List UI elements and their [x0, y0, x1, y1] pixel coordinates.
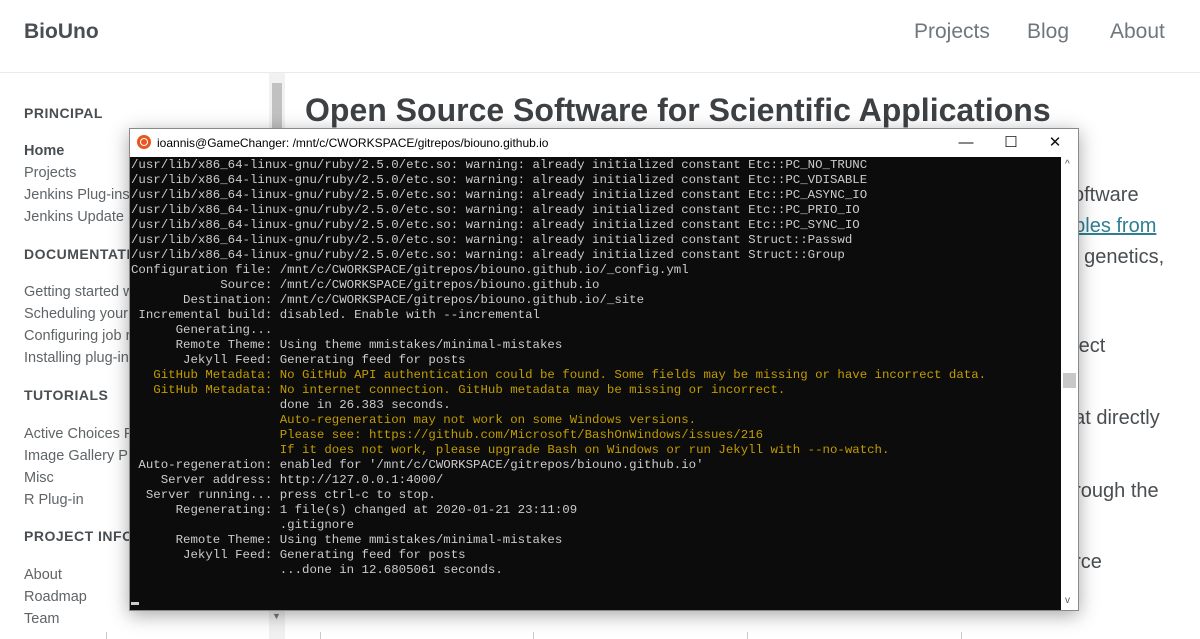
maximize-icon[interactable]: ☐	[988, 129, 1034, 157]
terminal-line: Remote Theme: Using theme mmistakes/mini…	[131, 338, 563, 352]
sidebar-link-jenkins-plugins[interactable]: Jenkins Plug-ins	[24, 187, 130, 203]
site-header: BioUno Projects Blog About	[0, 0, 1200, 73]
terminal-line: Generating...	[131, 323, 273, 337]
terminal-line: /usr/lib/x86_64-linux-gnu/ruby/2.5.0/etc…	[131, 188, 868, 202]
sidebar-heading-tutorials: TUTORIALS	[24, 387, 109, 403]
scroll-down-icon[interactable]: v	[1065, 595, 1070, 606]
terminal-line: /usr/lib/x86_64-linux-gnu/ruby/2.5.0/etc…	[131, 203, 860, 217]
terminal-output[interactable]: /usr/lib/x86_64-linux-gnu/ruby/2.5.0/etc…	[130, 157, 1061, 610]
sidebar-link-configuring-job[interactable]: Configuring job r	[24, 328, 130, 344]
sidebar-link-misc[interactable]: Misc	[24, 470, 54, 486]
terminal-line: Configuration file: /mnt/c/CWORKSPACE/gi…	[131, 263, 689, 277]
terminal-window[interactable]: ioannis@GameChanger: /mnt/c/CWORKSPACE/g…	[129, 128, 1079, 611]
sidebar-link-r-plugin[interactable]: R Plug-in	[24, 492, 84, 508]
terminal-line: Regenerating: 1 file(s) changed at 2020-…	[131, 503, 578, 517]
footer-divider	[747, 632, 748, 639]
sidebar-link-scheduling[interactable]: Scheduling your	[24, 306, 128, 322]
terminal-line: GitHub Metadata: No internet connection.…	[131, 383, 786, 397]
terminal-line: Incremental build: disabled. Enable with…	[131, 308, 540, 322]
terminal-line: Server running... press ctrl-c to stop.	[131, 488, 436, 502]
terminal-line: /usr/lib/x86_64-linux-gnu/ruby/2.5.0/etc…	[131, 248, 845, 262]
sidebar-link-team[interactable]: Team	[24, 611, 59, 627]
terminal-title: ioannis@GameChanger: /mnt/c/CWORKSPACE/g…	[157, 136, 549, 150]
sidebar-link-jenkins-update-site[interactable]: Jenkins Update S	[24, 209, 138, 225]
page-title: Open Source Software for Scientific Appl…	[305, 92, 1051, 128]
terminal-line: /usr/lib/x86_64-linux-gnu/ruby/2.5.0/etc…	[131, 173, 868, 187]
terminal-cursor	[131, 602, 139, 605]
sidebar-heading-principal: PRINCIPAL	[24, 105, 103, 121]
terminal-line: Source: /mnt/c/CWORKSPACE/gitrepos/bioun…	[131, 278, 600, 292]
terminal-line: Please see: https://github.com/Microsoft…	[131, 428, 764, 442]
footer-divider	[106, 632, 107, 639]
sidebar-link-getting-started[interactable]: Getting started w	[24, 284, 134, 300]
footer-divider	[961, 632, 962, 639]
sidebar-link-about[interactable]: About	[24, 567, 62, 583]
sidebar-link-active-choices[interactable]: Active Choices P	[24, 426, 134, 442]
terminal-line: ...done in 12.6805061 seconds.	[131, 563, 503, 577]
terminal-line: Destination: /mnt/c/CWORKSPACE/gitrepos/…	[131, 293, 645, 307]
nav-link-projects[interactable]: Projects	[914, 20, 990, 44]
terminal-line: If it does not work, please upgrade Bash…	[131, 443, 890, 457]
nav-link-about[interactable]: About	[1110, 20, 1165, 44]
footer-divider	[320, 632, 321, 639]
terminal-line: done in 26.383 seconds.	[131, 398, 451, 412]
terminal-line: Auto-regeneration may not work on some W…	[131, 413, 697, 427]
terminal-scrollbar-thumb[interactable]	[1063, 373, 1076, 388]
sidebar-link-projects[interactable]: Projects	[24, 165, 76, 181]
sidebar-link-installing-plugins[interactable]: Installing plug-in	[24, 350, 129, 366]
terminal-titlebar[interactable]: ioannis@GameChanger: /mnt/c/CWORKSPACE/g…	[130, 129, 1078, 157]
nav-link-blog[interactable]: Blog	[1027, 20, 1069, 44]
terminal-line: .gitignore	[131, 518, 355, 532]
sidebar-link-image-gallery[interactable]: Image Gallery Plu	[24, 448, 139, 464]
terminal-line: /usr/lib/x86_64-linux-gnu/ruby/2.5.0/etc…	[131, 158, 868, 172]
sidebar-link-roadmap[interactable]: Roadmap	[24, 589, 87, 605]
minimize-icon[interactable]: —	[943, 129, 989, 157]
sidebar-heading-documentation: DOCUMENTATI	[24, 246, 131, 262]
scroll-up-icon[interactable]: ^	[1065, 159, 1070, 170]
terminal-line: /usr/lib/x86_64-linux-gnu/ruby/2.5.0/etc…	[131, 233, 853, 247]
sidebar-scroll-down-icon[interactable]: ▼	[272, 611, 281, 621]
terminal-line: Server address: http://127.0.0.1:4000/	[131, 473, 444, 487]
terminal-line: /usr/lib/x86_64-linux-gnu/ruby/2.5.0/etc…	[131, 218, 860, 232]
ubuntu-icon[interactable]	[137, 135, 151, 149]
close-icon[interactable]: ✕	[1032, 129, 1078, 157]
site-title[interactable]: BioUno	[24, 20, 99, 44]
terminal-line: Jekyll Feed: Generating feed for posts	[131, 353, 466, 367]
footer-divider	[533, 632, 534, 639]
terminal-line: Auto-regeneration: enabled for '/mnt/c/C…	[131, 458, 704, 472]
sidebar-heading-project-info: PROJECT INFOR	[24, 528, 145, 544]
terminal-line: Remote Theme: Using theme mmistakes/mini…	[131, 533, 563, 547]
sidebar-link-home[interactable]: Home	[24, 143, 64, 159]
terminal-line: GitHub Metadata: No GitHub API authentic…	[131, 368, 987, 382]
terminal-line: Jekyll Feed: Generating feed for posts	[131, 548, 466, 562]
